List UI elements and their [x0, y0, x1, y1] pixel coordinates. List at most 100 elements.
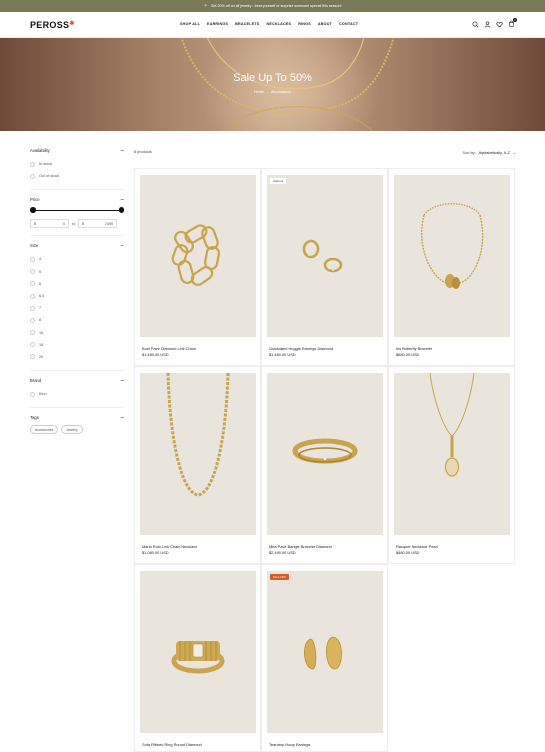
checkbox[interactable] — [30, 305, 35, 311]
nav-shop-all[interactable]: SHOP ALL — [180, 22, 200, 26]
breadcrumb-current: All products — [271, 90, 292, 94]
filter-price-header[interactable]: Price – — [30, 197, 124, 203]
filter-size-header[interactable]: Size – — [30, 243, 124, 249]
breadcrumb-home[interactable]: Home — [254, 90, 264, 94]
price-max-input[interactable]: $2495 — [78, 219, 117, 229]
hero-necklace-image — [180, 38, 395, 131]
checkbox[interactable] — [30, 256, 35, 262]
nav-about[interactable]: ABOUT — [318, 22, 332, 26]
product-name[interactable]: Sofa Ribbed Ring Round Diamond — [142, 742, 202, 747]
filter-option[interactable]: 6.5 — [30, 290, 124, 302]
product-image[interactable]: Save 19% — [267, 571, 383, 733]
logo[interactable]: PEROSS✱ — [30, 20, 75, 30]
site-header: PEROSS✱ SHOP ALL EARRINGS BRACELETS NECK… — [0, 12, 545, 38]
product-price: $1,080.00 USD — [142, 550, 169, 555]
product-image[interactable] — [140, 571, 256, 733]
filter-option[interactable]: 20 — [30, 351, 124, 363]
filter-option[interactable]: 18 — [30, 339, 124, 351]
product-name[interactable]: Bold Pavé Diamond Link Chain — [142, 346, 196, 351]
checkbox[interactable] — [30, 161, 35, 167]
checkbox[interactable] — [30, 269, 35, 275]
nav-necklaces[interactable]: NECKLACES — [266, 22, 291, 26]
filter-option[interactable]: 8 — [30, 314, 124, 326]
slider-min-handle[interactable] — [30, 207, 36, 213]
collapse-icon[interactable]: – — [121, 197, 124, 203]
slider-max-handle[interactable] — [118, 207, 124, 213]
product-card[interactable]: Racquet Necklace Pearl $480.00 USD — [388, 366, 515, 564]
heart-icon[interactable] — [496, 21, 503, 28]
filter-option[interactable]: 4 — [30, 253, 124, 265]
cart-button[interactable]: 0 — [508, 18, 517, 29]
tag-chip[interactable]: Accessories — [30, 425, 59, 435]
collapse-icon[interactable]: – — [121, 148, 124, 154]
checkbox[interactable] — [30, 173, 35, 179]
collapse-icon[interactable]: – — [121, 415, 124, 421]
filter-option[interactable]: 7 — [30, 302, 124, 314]
price-min-input[interactable]: $0 — [30, 219, 69, 229]
filter-tags-header[interactable]: Tags – — [30, 415, 124, 421]
sale-badge: Save 19% — [270, 574, 289, 580]
filter-option[interactable]: Out of stock — [30, 170, 124, 182]
product-name[interactable]: Graduated Huggie Earrings Diamond — [269, 346, 333, 351]
filter-option[interactable]: Kinn — [30, 388, 124, 400]
product-card[interactable]: Sofa Ribbed Ring Round Diamond — [134, 564, 261, 752]
product-name[interactable]: Racquet Necklace Pearl — [396, 544, 438, 549]
product-name[interactable]: Iris Butterfly Bracelet — [396, 346, 432, 351]
product-image[interactable] — [267, 373, 383, 535]
product-image[interactable] — [140, 373, 256, 535]
product-image[interactable] — [394, 373, 510, 535]
nav-contact[interactable]: CONTACT — [339, 22, 358, 26]
product-price: $1,480.00 USD — [142, 352, 169, 357]
price-range-slider[interactable] — [30, 207, 124, 213]
product-image[interactable] — [394, 175, 510, 337]
sort-dropdown[interactable]: Sort by: Alphabetically, A-Z ⌄ — [463, 150, 516, 156]
filter-tags: Tags – Accessories Jewelry — [30, 415, 124, 435]
checkbox[interactable] — [30, 354, 35, 360]
price-inputs: $0 to $2495 — [30, 219, 124, 229]
collapse-icon[interactable]: – — [121, 243, 124, 249]
product-price: $1,480.00 USD — [269, 352, 296, 357]
chevron-down-icon: ⌄ — [512, 151, 516, 155]
filter-availability-header[interactable]: Availability – — [30, 148, 124, 154]
user-icon[interactable] — [484, 21, 491, 28]
product-name[interactable]: Marlo Rolo Link Chain Necklace — [142, 544, 197, 549]
checkbox[interactable] — [30, 342, 35, 348]
cart-count-badge: 0 — [513, 18, 517, 22]
breadcrumb: Home - All products — [0, 90, 545, 94]
product-price: $2,490.00 USD — [269, 550, 296, 555]
product-price: $680.00 USD — [396, 352, 420, 357]
slider-track — [32, 209, 122, 211]
collapse-icon[interactable]: – — [121, 378, 124, 384]
filter-brand: Brand – Kinn — [30, 378, 124, 409]
checkbox[interactable] — [30, 391, 35, 397]
filter-option[interactable]: 6 — [30, 278, 124, 290]
checkbox[interactable] — [30, 293, 35, 299]
product-card[interactable]: Sold out Graduated Huggie Earrings Diamo… — [261, 168, 388, 366]
product-name[interactable]: Mira Pavé Bangle Bracelet Diamond — [269, 544, 332, 549]
filter-availability: Availability – In stock Out of stock — [30, 148, 124, 191]
product-card[interactable]: Mira Pavé Bangle Bracelet Diamond $2,490… — [261, 366, 388, 564]
product-image[interactable]: Sold out — [267, 175, 383, 337]
product-name[interactable]: Teardrop Hoop Earrings — [269, 742, 310, 747]
nav-bracelets[interactable]: BRACELETS — [235, 22, 259, 26]
tag-chip[interactable]: Jewelry — [61, 425, 83, 435]
filter-size: Size – 4 5 6 6.5 7 8 16 18 20 — [30, 243, 124, 372]
search-icon[interactable] — [472, 21, 479, 28]
nav-earrings[interactable]: EARRINGS — [207, 22, 228, 26]
checkbox[interactable] — [30, 281, 35, 287]
filter-option[interactable]: 16 — [30, 327, 124, 339]
filter-price: Price – $0 to $2495 — [30, 197, 124, 237]
checkbox[interactable] — [30, 330, 35, 336]
product-card[interactable]: Save 19% Teardrop Hoop Earrings — [261, 564, 388, 752]
page-title: Sale Up To 50% — [233, 72, 312, 84]
product-image[interactable] — [140, 175, 256, 337]
product-card[interactable]: Marlo Rolo Link Chain Necklace $1,080.00… — [134, 366, 261, 564]
filter-option[interactable]: 5 — [30, 266, 124, 278]
filter-option[interactable]: In stock — [30, 158, 124, 170]
nav-rings[interactable]: RINGS — [298, 22, 311, 26]
filter-brand-header[interactable]: Brand – — [30, 378, 124, 384]
product-card[interactable]: Iris Butterfly Bracelet $680.00 USD — [388, 168, 515, 366]
breadcrumb-separator: - — [267, 90, 269, 94]
product-card[interactable]: Bold Pavé Diamond Link Chain $1,480.00 U… — [134, 168, 261, 366]
checkbox[interactable] — [30, 317, 35, 323]
